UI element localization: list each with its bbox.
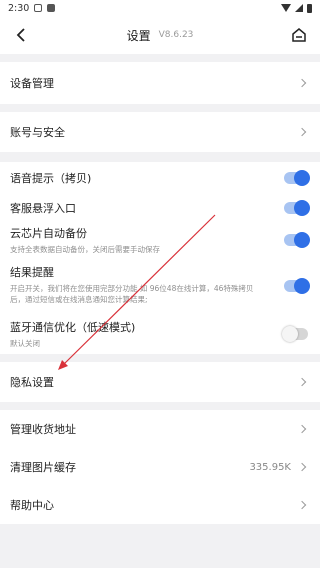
status-time: 2:30: [8, 2, 30, 14]
chevron-right-icon: [297, 462, 307, 472]
result-reminder-toggle[interactable]: [284, 278, 310, 294]
chevron-right-icon: [297, 500, 307, 510]
chevron-right-icon: [297, 127, 307, 137]
app-notification-icon: [47, 4, 56, 12]
wifi-icon: [281, 4, 291, 12]
row-help-center[interactable]: 帮助中心: [0, 486, 320, 524]
row-device-management[interactable]: 设备管理: [0, 62, 320, 104]
row-label: 帮助中心: [10, 499, 54, 512]
row-cloud-backup: 云芯片自动备份 支持全表数据自动备份，关闭后需要手动保存: [0, 222, 320, 258]
group-toggles: 语音提示（拷贝) 客服悬浮入口 云芯片自动备份 支持全表数据自动备份，关闭后需要…: [0, 162, 320, 354]
row-label: 蓝牙通信优化（低速模式): [10, 321, 136, 334]
group-device: 设备管理: [0, 62, 320, 104]
row-description: 默认关闭: [10, 339, 40, 348]
back-button[interactable]: [10, 24, 32, 46]
home-icon: [292, 28, 306, 42]
notification-icon: [34, 4, 43, 12]
page-title: 设置: [126, 28, 151, 43]
group-privacy: 隐私设置: [0, 362, 320, 402]
status-bar: 2:30: [0, 0, 320, 16]
group-account: 账号与安全: [0, 112, 320, 152]
group-misc: 管理收货地址 清理图片缓存 335.95K 帮助中心: [0, 410, 320, 524]
signal-icon: [295, 4, 303, 12]
float-entry-toggle[interactable]: [284, 200, 310, 216]
row-label: 清理图片缓存: [10, 461, 76, 474]
chevron-right-icon: [297, 377, 307, 387]
row-privacy-settings[interactable]: 隐私设置: [0, 362, 320, 402]
voice-prompt-toggle[interactable]: [284, 170, 310, 186]
chevron-right-icon: [297, 424, 307, 434]
home-button[interactable]: [288, 24, 310, 46]
row-label: 隐私设置: [10, 376, 54, 389]
cache-size-value: 335.95K: [249, 461, 291, 473]
row-description: 支持全表数据自动备份，关闭后需要手动保存: [10, 245, 160, 254]
row-result-reminder: 结果提醒 开启开关，我们将在您使用完部分功能 如 96位48在线计算，46特殊拷…: [0, 258, 320, 314]
row-float-entry: 客服悬浮入口: [0, 194, 320, 222]
back-arrow-icon: [16, 28, 25, 42]
row-label: 客服悬浮入口: [10, 202, 76, 215]
cloud-backup-toggle[interactable]: [284, 232, 310, 248]
row-bluetooth-optimize: 蓝牙通信优化（低速模式) 默认关闭: [0, 314, 320, 354]
nav-bar: 设置 V8.6.23: [0, 16, 320, 54]
row-clear-image-cache[interactable]: 清理图片缓存 335.95K: [0, 448, 320, 486]
bluetooth-optimize-toggle[interactable]: [282, 326, 308, 342]
row-label: 设备管理: [10, 77, 54, 90]
row-voice-prompt: 语音提示（拷贝): [0, 162, 320, 194]
row-label: 账号与安全: [10, 126, 65, 139]
row-label: 结果提醒: [10, 266, 54, 279]
row-label: 管理收货地址: [10, 423, 76, 436]
row-label: 语音提示（拷贝): [10, 172, 92, 185]
row-manage-address[interactable]: 管理收货地址: [0, 410, 320, 448]
row-description: 开启开关，我们将在您使用完部分功能 如 96位48在线计算，46特殊拷贝后，通过…: [10, 284, 254, 304]
row-account-security[interactable]: 账号与安全: [0, 112, 320, 152]
row-label: 云芯片自动备份: [10, 227, 87, 240]
battery-icon: [307, 3, 312, 13]
chevron-right-icon: [297, 78, 307, 88]
version-label: V8.6.23: [158, 30, 194, 40]
